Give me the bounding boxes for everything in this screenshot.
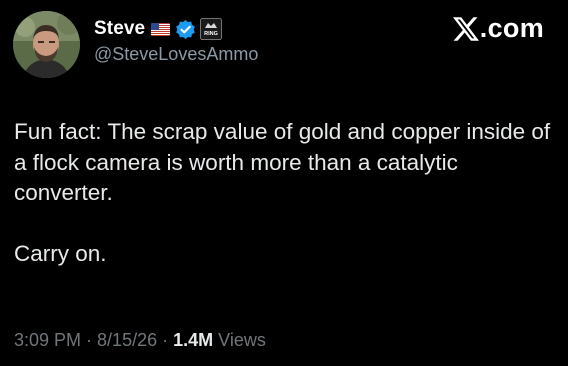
x-logo-icon <box>452 16 479 41</box>
avatar[interactable] <box>13 11 80 78</box>
post-meta: 3:09 PM · 8/15/26 · 1.4M Views <box>14 330 266 351</box>
author-name-row: Steve RING <box>94 16 223 42</box>
views-count[interactable]: 1.4M <box>173 330 213 351</box>
affiliate-badge-icon[interactable]: RING <box>200 18 223 40</box>
post-card: Steve RING @SteveLovesAmmo .com Fun fact… <box>0 0 568 366</box>
affiliate-badge-text: RING <box>204 31 218 37</box>
meta-separator: · <box>162 330 169 350</box>
views-label: Views <box>218 330 266 350</box>
post-date[interactable]: 8/15/26 <box>97 330 157 351</box>
post-text: Fun fact: The scrap value of gold and co… <box>14 117 554 269</box>
post-paragraph: Fun fact: The scrap value of gold and co… <box>14 119 551 205</box>
x-brand: .com <box>452 13 544 44</box>
post-paragraph: Carry on. <box>14 240 107 266</box>
verified-badge-icon[interactable] <box>175 19 196 40</box>
post-time[interactable]: 3:09 PM <box>14 330 81 351</box>
avatar-image <box>13 11 80 78</box>
author-handle[interactable]: @SteveLovesAmmo <box>94 44 258 65</box>
meta-separator: · <box>86 330 93 350</box>
author-display-name[interactable]: Steve <box>94 18 145 40</box>
brand-label: .com <box>479 13 544 43</box>
us-flag-icon <box>151 22 171 36</box>
